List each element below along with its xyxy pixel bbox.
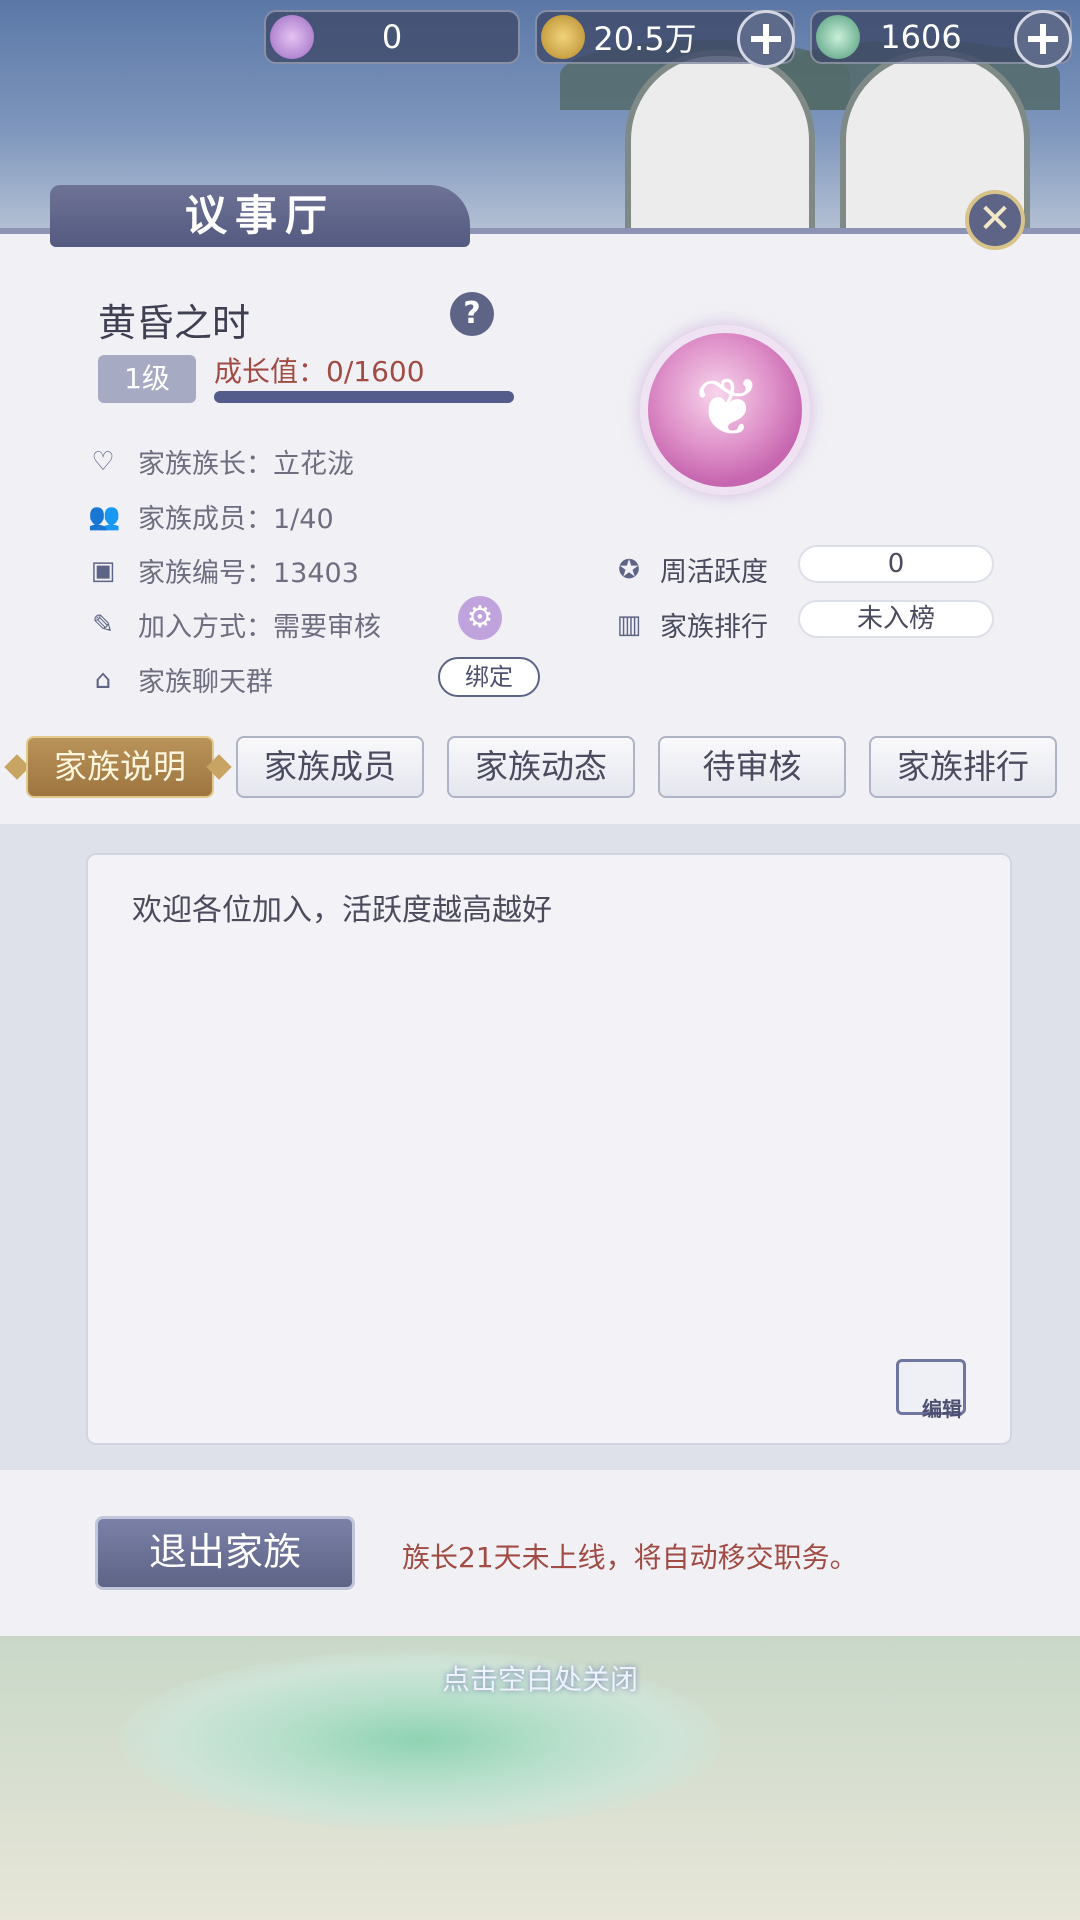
butterfly-icon: ❦ — [694, 361, 762, 454]
medal-icon: ✪ — [618, 554, 640, 585]
growth-progress-bar — [214, 391, 514, 403]
jade-token-icon — [816, 15, 860, 59]
tab-members[interactable]: 家族成员 — [236, 736, 424, 798]
chat-group-row: ⌂ 家族聊天群 — [88, 660, 273, 699]
chat-group-text: 家族聊天群 — [138, 667, 273, 698]
tab-description[interactable]: 家族说明 — [26, 736, 214, 798]
bind-chat-button[interactable]: 绑定 — [438, 657, 540, 697]
weekly-activity-value: 0 — [798, 545, 994, 583]
join-mode-row: ✎ 加入方式：需要审核 — [88, 605, 381, 644]
members-text: 家族成员：1/40 — [138, 504, 334, 535]
exit-family-button[interactable]: 退出家族 — [95, 1516, 355, 1590]
join-settings-button[interactable]: ⚙ — [458, 596, 502, 640]
currency-coin: 20.5万 — [535, 10, 795, 68]
family-name: 黄昏之时 — [98, 301, 251, 345]
description-box: 欢迎各位加入，活跃度越高越好 编辑 — [86, 853, 1012, 1445]
add-jade-button[interactable] — [1014, 10, 1072, 68]
description-text: 欢迎各位加入，活跃度越高越好 — [132, 893, 552, 928]
leader-row: ♡ 家族族长：立花泷 — [88, 442, 354, 481]
close-button[interactable]: ✕ — [965, 190, 1025, 250]
weekly-activity-label: ✪ 周活跃度 — [614, 550, 768, 589]
edit-label: 编辑 — [922, 1397, 962, 1421]
tab-ranking[interactable]: 家族排行 — [869, 736, 1057, 798]
leader-text: 家族族长：立花泷 — [138, 449, 354, 480]
gold-coin-icon — [541, 15, 585, 59]
bar-chart-icon: ▥ — [616, 609, 642, 640]
family-id-text: 家族编号：13403 — [138, 558, 359, 589]
join-mode-text: 加入方式：需要审核 — [138, 612, 381, 643]
chat-icon: ⌂ — [94, 664, 112, 695]
family-id-row: ▣ 家族编号：13403 — [88, 551, 359, 590]
growth-label: 成长值：0/1600 — [214, 355, 425, 388]
add-coin-button[interactable] — [737, 10, 795, 68]
tab-activity[interactable]: 家族动态 — [447, 736, 635, 798]
members-icon: 👥 — [88, 501, 121, 532]
purple-gem-icon — [270, 15, 314, 59]
gear-icon: ⚙ — [466, 600, 494, 635]
currency-gem: 0 — [264, 10, 520, 64]
scenery-gate-left — [625, 50, 815, 240]
leader-transfer-notice: 族长21天未上线，将自动移交职务。 — [402, 1541, 858, 1574]
currency-jade: 1606 — [810, 10, 1072, 68]
tap-blank-to-close[interactable]: 点击空白处关闭 — [0, 1658, 1080, 1698]
members-row: 👥 家族成员：1/40 — [88, 497, 334, 536]
panel-title: 议事厅 — [184, 191, 335, 240]
panel-title-plate: 议事厅 — [50, 185, 470, 247]
family-emblem: ❦ — [640, 325, 810, 495]
close-icon: ✕ — [978, 196, 1012, 242]
weekly-activity-text: 周活跃度 — [660, 557, 768, 588]
id-card-icon: ▣ — [90, 555, 116, 586]
help-button[interactable]: ? — [450, 292, 494, 336]
level-badge: 1级 — [98, 355, 196, 403]
join-icon: ✎ — [92, 609, 114, 640]
ranking-value: 未入榜 — [798, 600, 994, 638]
heart-flower-icon: ♡ — [91, 446, 115, 477]
edit-button[interactable]: 编辑 — [896, 1349, 982, 1429]
ranking-label: ▥ 家族排行 — [614, 605, 768, 644]
growth-progress-fill — [214, 391, 514, 403]
ranking-text: 家族排行 — [660, 612, 768, 643]
question-icon: ? — [463, 296, 481, 331]
tab-pending[interactable]: 待审核 — [658, 736, 846, 798]
